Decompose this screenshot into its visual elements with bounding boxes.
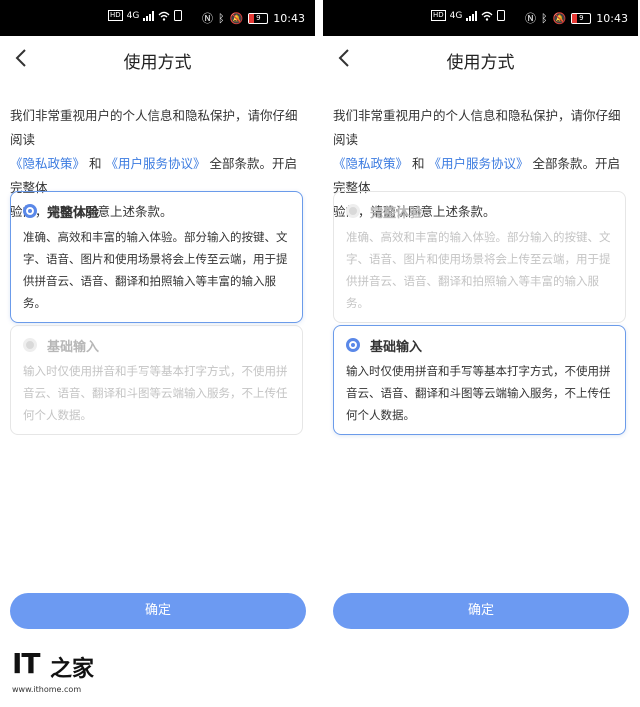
nfc-icon: Ⓝ xyxy=(201,12,213,25)
radio-selected-icon[interactable] xyxy=(23,204,37,218)
option-description: 输入时仅使用拼音和手写等基本打字方式，不使用拼音云、语音、翻译和斗图等云端输入服… xyxy=(346,364,611,422)
nfc-icon: Ⓝ xyxy=(524,12,536,25)
wifi-icon xyxy=(158,11,170,21)
watermark-url: www.ithome.com xyxy=(12,685,82,694)
service-agreement-link[interactable]: 《用户服务协议》 xyxy=(106,156,206,171)
option-title: 基础输入 xyxy=(370,339,423,355)
battery-icon: 9 xyxy=(248,12,269,24)
sim-icon xyxy=(174,10,183,21)
option-description: 准确、高效和丰富的输入体验。部分输入的按键、文字、语音、图片和使用场景将会上传至… xyxy=(23,230,288,310)
option-title: 基础输入 xyxy=(47,339,100,355)
privacy-policy-link[interactable]: 《隐私政策》 xyxy=(333,156,408,171)
option-description: 输入时仅使用拼音和手写等基本打字方式，不使用拼音云、语音、翻译和斗图等云端输入服… xyxy=(23,364,288,422)
page-title: 使用方式 xyxy=(123,53,192,73)
bluetooth-icon: ᛒ xyxy=(540,11,548,25)
confirm-button[interactable]: 确定 xyxy=(10,593,306,629)
battery-icon: 9 xyxy=(571,12,592,24)
option-full-experience[interactable]: 完整体验 准确、高效和丰富的输入体验。部分输入的按键、文字、语音、图片和使用场景… xyxy=(333,191,626,323)
sim-icon xyxy=(497,10,506,21)
right-screen: HD 4G Ⓝ ᛒ 🔕 9 10:43 使用方式 我们非常重视用户的个人信息和隐… xyxy=(323,0,638,707)
radio-selected-icon[interactable] xyxy=(346,338,360,352)
hd-badge: HD xyxy=(108,10,123,21)
option-basic-input[interactable]: 基础输入 输入时仅使用拼音和手写等基本打字方式，不使用拼音云、语音、翻译和斗图等… xyxy=(10,325,303,435)
option-title: 完整体验 xyxy=(370,205,423,221)
radio-unselected-icon[interactable] xyxy=(23,338,37,352)
clock: 10:43 xyxy=(596,11,628,25)
wifi-icon xyxy=(481,11,493,21)
left-screen: HD 4G Ⓝ ᛒ 🔕 9 10:43 使用方式 我们非常重视用户的个人信息和隐… xyxy=(0,0,315,707)
option-basic-input[interactable]: 基础输入 输入时仅使用拼音和手写等基本打字方式，不使用拼音云、语音、翻译和斗图等… xyxy=(333,325,626,435)
status-bar: HD 4G Ⓝ ᛒ 🔕 9 10:43 xyxy=(323,0,638,36)
option-title: 完整体验 xyxy=(47,205,100,221)
bluetooth-icon: ᛒ xyxy=(217,11,225,25)
service-agreement-link[interactable]: 《用户服务协议》 xyxy=(429,156,529,171)
option-description: 准确、高效和丰富的输入体验。部分输入的按键、文字、语音、图片和使用场景将会上传至… xyxy=(346,230,611,310)
radio-unselected-icon[interactable] xyxy=(346,204,360,218)
signal-icon xyxy=(143,10,155,21)
privacy-policy-link[interactable]: 《隐私政策》 xyxy=(10,156,85,171)
nav-header: 使用方式 xyxy=(0,36,315,82)
mute-icon: 🔕 xyxy=(229,11,244,25)
confirm-button[interactable]: 确定 xyxy=(333,593,629,629)
ithome-logo: IT 之家 www.ithome.com xyxy=(12,647,95,694)
network-type: 4G xyxy=(126,10,140,21)
mute-icon: 🔕 xyxy=(552,11,567,25)
page-title: 使用方式 xyxy=(446,53,515,73)
signal-icon xyxy=(466,10,478,21)
status-bar: HD 4G Ⓝ ᛒ 🔕 9 10:43 xyxy=(0,0,315,36)
network-type: 4G xyxy=(449,10,463,21)
nav-header: 使用方式 xyxy=(323,36,638,82)
option-full-experience[interactable]: 完整体验 准确、高效和丰富的输入体验。部分输入的按键、文字、语音、图片和使用场景… xyxy=(10,191,303,323)
hd-badge: HD xyxy=(431,10,446,21)
clock: 10:43 xyxy=(273,11,305,25)
